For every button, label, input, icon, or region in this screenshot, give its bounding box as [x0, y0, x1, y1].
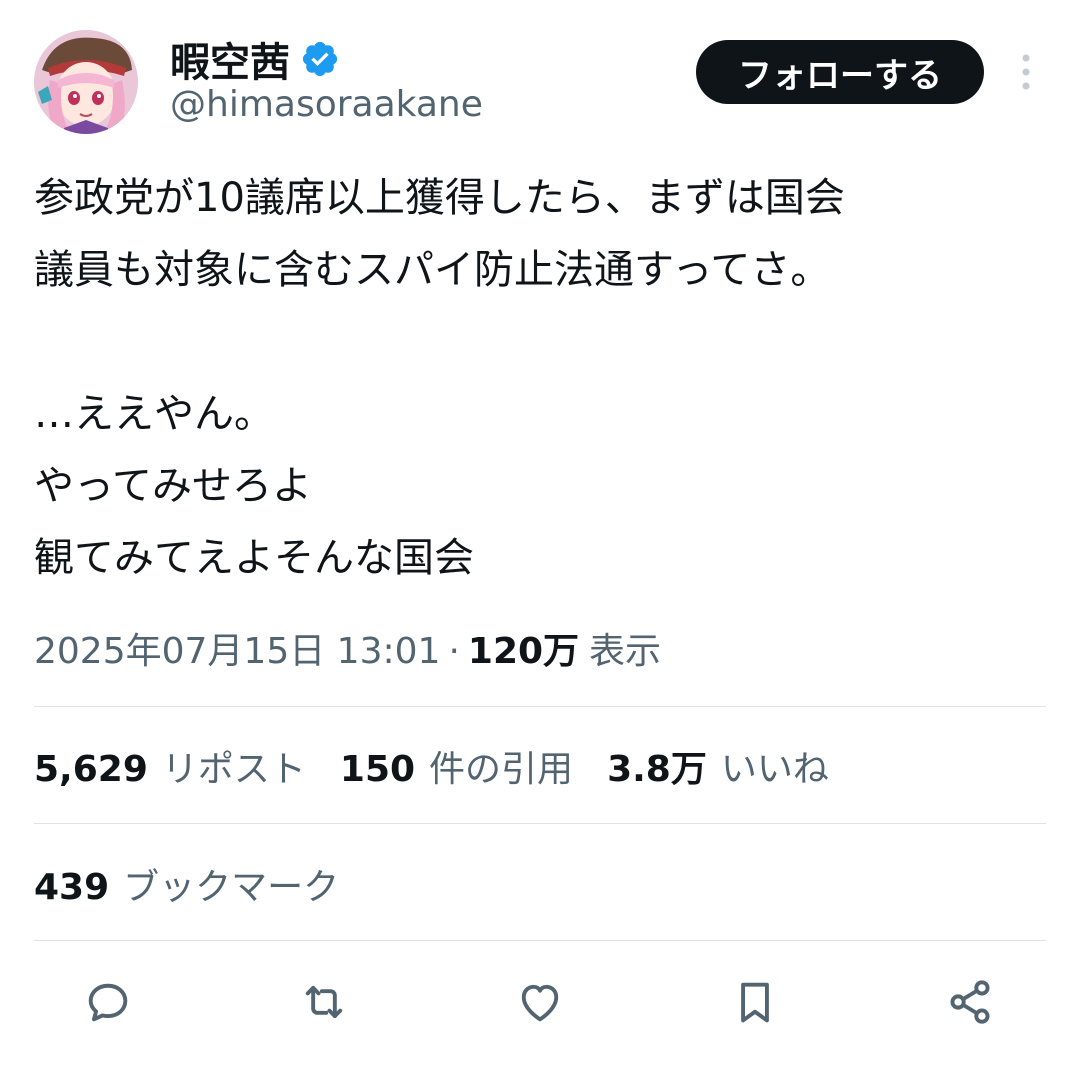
display-name[interactable]: 暇空茜 [170, 30, 340, 88]
divider [34, 823, 1046, 824]
divider [34, 706, 1046, 707]
tweet-text-line: やってみせろよ [34, 463, 312, 509]
tweet-text-line: 観てみてえよそんな国会 [34, 535, 474, 581]
likes-label: いいね [720, 749, 829, 790]
like-icon[interactable] [508, 970, 572, 1034]
tweet-text-line: 議員も対象に含むスパイ防止法通すってさ。 [34, 247, 831, 293]
tweet-text-line: …ええやん。 [34, 391, 274, 437]
likes-stat[interactable]: 3.8万 いいね [607, 740, 829, 792]
views-count: 120万 [467, 631, 580, 672]
follow-button[interactable]: フォローする [696, 40, 984, 104]
reposts-count: 5,629 [34, 749, 148, 790]
display-name-text: 暇空茜 [170, 40, 290, 86]
tweet-meta: 2025年07月15日 13:01 · 120万 表示 [34, 622, 661, 674]
quotes-stat[interactable]: 150 件の引用 [340, 740, 573, 792]
quotes-count: 150 [339, 749, 416, 790]
likes-count: 3.8万 [607, 749, 707, 790]
anime-girl-avatar-image [34, 30, 138, 134]
timestamp[interactable]: 2025年07月15日 13:01 [34, 622, 440, 674]
divider [34, 940, 1046, 941]
avatar[interactable] [34, 30, 138, 134]
tweet-text-line: 参政党が10議席以上獲得したら、まずは国会 [34, 175, 845, 221]
user-handle[interactable]: @himasoraakane [170, 84, 483, 125]
engagement-stats: 5,629 リポスト 150 件の引用 3.8万 いいね [34, 740, 863, 792]
bookmarks-stat[interactable]: 439 ブックマーク [34, 858, 339, 910]
bookmark-icon[interactable] [723, 970, 787, 1034]
verified-badge-icon [300, 39, 340, 79]
reposts-label: リポスト [161, 749, 306, 790]
more-vertical-icon[interactable] [1008, 48, 1044, 96]
quotes-label: 件の引用 [429, 749, 574, 790]
meta-separator: · [448, 631, 460, 672]
repost-icon[interactable] [292, 970, 356, 1034]
share-icon[interactable] [938, 970, 1002, 1034]
tweet-text: 参政党が10議席以上獲得したら、まずは国会 議員も対象に含むスパイ防止法通すって… [34, 162, 1044, 594]
tweet-detail: 暇空茜 @himasoraakane フォローする 参政党が10議席以上獲得した… [0, 0, 1079, 1083]
bookmarks-label: ブックマーク [123, 867, 340, 908]
reply-icon[interactable] [76, 970, 140, 1034]
bookmarks-count: 439 [34, 867, 110, 908]
reposts-stat[interactable]: 5,629 リポスト [34, 740, 306, 792]
views-label: 表示 [589, 631, 662, 672]
